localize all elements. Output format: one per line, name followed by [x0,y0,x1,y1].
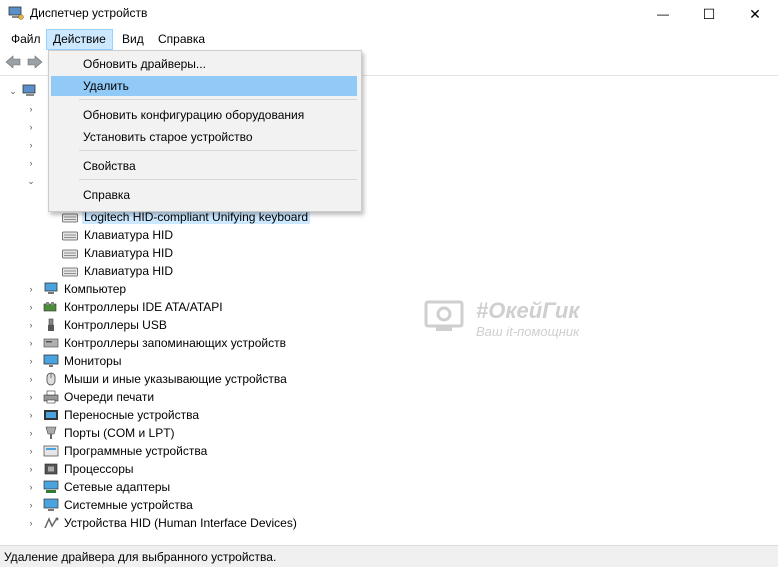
status-bar: Удаление драйвера для выбранного устройс… [0,545,778,567]
software-device-icon [43,445,59,457]
tree-item-category[interactable]: Процессоры [64,460,134,478]
keyboard-icon [62,249,78,259]
network-adapter-icon [43,480,59,493]
minimize-icon: — [657,7,669,21]
category-expander[interactable]: › [26,298,36,316]
back-arrow-icon[interactable] [5,55,21,69]
computer-root-icon [22,84,36,96]
watermark-title: #ОкейГик [476,298,580,323]
tree-item-category[interactable]: Переносные устройства [64,406,199,424]
computer-icon [44,282,58,294]
tree-item-category[interactable]: Системные устройства [64,496,193,514]
category-expander[interactable]: › [26,370,36,388]
menu-separator [79,179,357,180]
window-title: Диспетчер устройств [30,6,148,20]
collapsed-expander[interactable]: › [26,136,36,154]
category-expander[interactable]: › [26,514,36,532]
maximize-icon: ☐ [702,5,716,22]
menu-properties[interactable]: Свойства [51,156,357,176]
status-text: Удаление драйвера для выбранного устройс… [4,550,277,564]
menu-uninstall[interactable]: Удалить [51,76,357,96]
category-expander[interactable]: › [26,478,36,496]
collapsed-expander[interactable]: › [26,154,36,172]
keyboard-icon [62,267,78,277]
action-menu-dropdown: Обновить драйверы... Удалить Обновить ко… [48,50,362,212]
category-expander[interactable]: › [26,496,36,514]
menu-separator [79,99,357,100]
category-expander[interactable]: › [26,334,36,352]
menu-help[interactable]: Справка [152,30,211,49]
mouse-icon [46,372,56,386]
keyboards-expander[interactable]: ⌄ [26,172,36,190]
category-expander[interactable]: › [26,388,36,406]
menu-add-legacy[interactable]: Установить старое устройство [51,127,357,147]
tree-item-category[interactable]: Сетевые адаптеры [64,478,170,496]
menu-dropdown-help[interactable]: Справка [51,185,357,205]
device-manager-icon [8,6,24,20]
watermark-logo-icon [424,300,464,331]
keyboard-icon [62,231,78,241]
category-expander[interactable]: › [26,352,36,370]
tree-item-category[interactable]: Контроллеры IDE ATA/ATAPI [64,298,223,316]
tree-item-keyboard[interactable]: Клавиатура HID [84,226,173,244]
ide-controller-icon [43,302,57,312]
tree-item-category[interactable]: Компьютер [64,280,126,298]
menu-action[interactable]: Действие [46,29,113,50]
selected-device-label: Logitech HID-compliant Unifying keyboard [82,210,311,224]
storage-controller-icon [43,338,59,348]
menu-file[interactable]: Файл [5,30,47,49]
category-expander[interactable]: › [26,316,36,334]
forward-arrow-icon[interactable] [27,55,43,69]
maximize-button[interactable]: ☐ [686,0,732,28]
menu-separator [79,150,357,151]
watermark-subtitle: Ваш it-помощник [476,324,580,339]
tree-item-category[interactable]: Мыши и иные указывающие устройства [64,370,287,388]
tree-item-category[interactable]: Контроллеры запоминающих устройств [64,334,286,352]
tree-item-category[interactable]: Мониторы [64,352,121,370]
hid-icon [44,517,59,529]
menu-view[interactable]: Вид [116,30,150,49]
system-device-icon [43,498,59,511]
tree-item-category[interactable]: Порты (COM и LPT) [64,424,175,442]
tree-item-category[interactable]: Программные устройства [64,442,207,460]
tree-item-category[interactable]: Контроллеры USB [64,316,167,334]
collapsed-expander[interactable]: › [26,118,36,136]
keyboard-icon [62,213,78,223]
tree-item-category[interactable]: Устройства HID (Human Interface Devices) [64,514,297,532]
watermark: #ОкейГик Ваш it-помощник [424,298,604,348]
monitor-icon [43,354,59,367]
collapsed-expander[interactable]: › [26,100,36,118]
usb-icon [48,318,54,331]
category-expander[interactable]: › [26,424,36,442]
menu-scan-hardware[interactable]: Обновить конфигурацию оборудования [51,105,357,125]
root-expander[interactable]: ⌄ [8,82,18,100]
close-button[interactable]: ✕ [732,0,778,28]
tree-item-category[interactable]: Очереди печати [64,388,154,406]
close-icon: ✕ [749,5,761,22]
title-bar: Диспетчер устройств — ☐ ✕ [0,0,778,28]
category-expander[interactable]: › [26,460,36,478]
category-expander[interactable]: › [26,442,36,460]
menu-update-drivers[interactable]: Обновить драйверы... [51,54,357,74]
portable-device-icon [44,410,58,420]
processor-icon [44,463,58,475]
category-expander[interactable]: › [26,406,36,424]
printer-icon [43,390,59,404]
category-expander[interactable]: › [26,280,36,298]
minimize-button[interactable]: — [640,0,686,28]
tree-item-keyboard[interactable]: Клавиатура HID [84,244,173,262]
port-icon [45,426,57,439]
tree-item-keyboard[interactable]: Клавиатура HID [84,262,173,280]
